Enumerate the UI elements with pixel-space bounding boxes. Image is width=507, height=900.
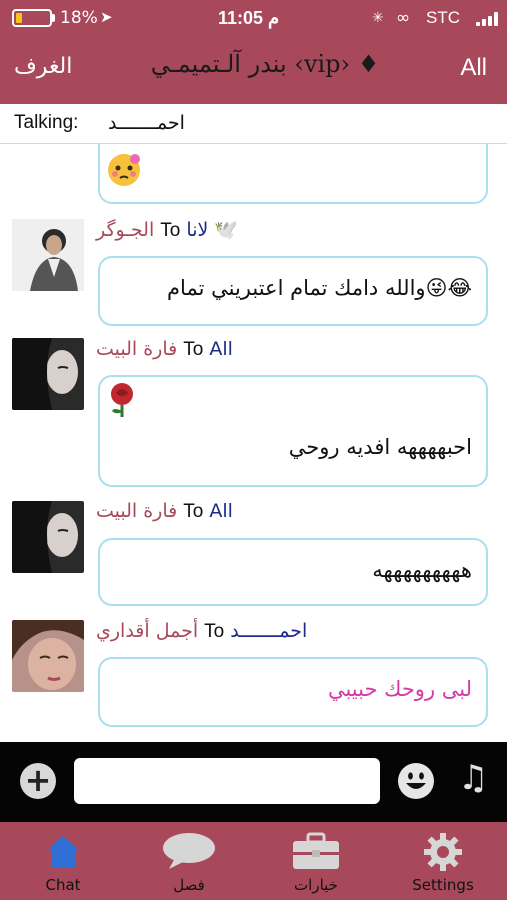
music-note-icon[interactable]: ♫ xyxy=(458,758,488,798)
message-input[interactable] xyxy=(74,758,380,804)
talking-row: Talking: احمـــــــد xyxy=(0,104,507,144)
tab-options[interactable]: خيارات xyxy=(253,822,379,900)
message-recipient[interactable]: فارة البيت xyxy=(96,500,177,522)
avatar[interactable] xyxy=(12,501,84,573)
message-recipient[interactable]: الجـوگر xyxy=(96,219,154,241)
tab-settings[interactable]: Settings xyxy=(380,822,506,900)
message-bubble: والله دامك تمام اعتبريني تمام😜😂 xyxy=(98,256,488,326)
signal-bars-icon xyxy=(476,12,502,26)
message-header: أجمل أقداري To احمـــــــد xyxy=(96,620,308,642)
battery-percent: 18% xyxy=(60,8,98,28)
carrier-name: STC xyxy=(426,8,460,27)
message-sender[interactable]: احمـــــــد xyxy=(230,620,307,642)
nav-bar: الغرف بندر آلـتميمـي ‹vip› ♦ All xyxy=(0,36,507,104)
link-icon: ∞ xyxy=(396,8,411,28)
man-portrait-avatar xyxy=(12,219,84,291)
message-text: هههههههههه xyxy=(372,558,472,582)
message-sender[interactable]: لانا 🕊️ xyxy=(186,219,238,241)
location-arrow-icon: ➤ xyxy=(100,8,113,26)
message-bubble xyxy=(98,144,488,204)
message-text: احبههههه افديه روحي xyxy=(288,435,472,459)
message-sender[interactable]: All xyxy=(209,500,233,522)
house-icon xyxy=(47,836,79,868)
tab-disconnect[interactable]: فصل xyxy=(126,822,252,900)
blushing-face-icon xyxy=(108,154,140,186)
woman-portrait-avatar xyxy=(12,501,84,573)
message-header: فارة البيت To All xyxy=(96,338,233,360)
chat-messages[interactable]: الجـوگر To لانا 🕊️ والله دامك تمام اعتبر… xyxy=(0,144,507,742)
avatar[interactable] xyxy=(12,338,84,410)
tab-chat[interactable]: Chat xyxy=(0,822,126,900)
message-header: فارة البيت To All xyxy=(96,500,233,522)
page-title: بندر آلـتميمـي ‹vip› ♦ xyxy=(150,50,380,78)
talking-label: Talking: xyxy=(14,112,79,133)
message-recipient[interactable]: فارة البيت xyxy=(96,338,177,360)
emoji-button[interactable] xyxy=(398,763,434,799)
message-bubble: هههههههههه xyxy=(98,538,488,606)
tab-bar: Chat فصل خيارات Settings xyxy=(0,822,507,900)
gear-icon xyxy=(424,833,462,871)
message-sender[interactable]: All xyxy=(209,338,233,360)
battery-icon xyxy=(12,9,52,27)
toolbox-icon xyxy=(293,832,339,869)
status-bar: 18% ➤ 11:05 م ✳ ∞ STC xyxy=(0,0,507,36)
woman-closeup-avatar xyxy=(12,620,84,692)
message-recipient[interactable]: أجمل أقداري xyxy=(96,620,198,642)
message-text: والله دامك تمام اعتبريني تمام😜😂 xyxy=(167,276,472,300)
talking-name[interactable]: احمـــــــد xyxy=(108,112,185,134)
woman-portrait-avatar xyxy=(12,338,84,410)
message-text: لبى روحك حبيبي xyxy=(327,677,472,701)
avatar[interactable] xyxy=(12,219,84,291)
activity-spinner-icon: ✳ xyxy=(372,10,384,26)
add-attachment-button[interactable]: + xyxy=(20,763,56,799)
all-button[interactable]: All xyxy=(460,54,487,82)
message-bubble: احبههههه افديه روحي xyxy=(98,375,488,487)
status-time: 11:05 م xyxy=(218,8,280,28)
rooms-button[interactable]: الغرف xyxy=(14,54,72,79)
input-bar: + ♫ xyxy=(0,742,507,822)
speech-bubble-icon xyxy=(163,833,215,869)
rose-icon xyxy=(111,383,133,417)
message-bubble: لبى روحك حبيبي xyxy=(98,657,488,727)
smiley-icon xyxy=(399,764,433,798)
avatar[interactable] xyxy=(12,620,84,692)
message-header: الجـوگر To لانا 🕊️ xyxy=(96,219,239,241)
